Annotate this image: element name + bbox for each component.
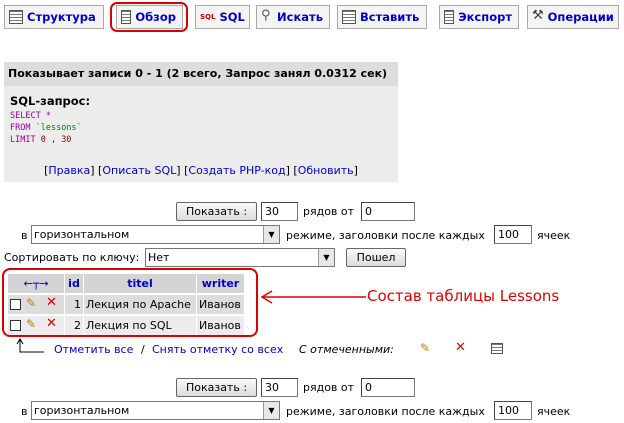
- tab-sql[interactable]: SQL SQL: [195, 5, 250, 29]
- sql-line-limit: LIMIT 0 , 30: [10, 135, 71, 145]
- show-button-top[interactable]: Показать :: [176, 202, 257, 221]
- tab-sql-label: SQL: [219, 10, 245, 24]
- mode-prefix-top: в: [21, 229, 28, 242]
- sql-icon: SQL: [200, 13, 216, 21]
- repeat-headers-input-bottom[interactable]: 100: [494, 401, 532, 420]
- start-row-input-bottom[interactable]: 0: [361, 378, 415, 397]
- tab-export-label: Экспорт: [458, 10, 512, 24]
- show-button-bottom[interactable]: Показать :: [176, 378, 257, 397]
- display-mode-value-top: горизонтальном: [34, 228, 130, 241]
- rows-count-input-top[interactable]: 30: [261, 202, 298, 221]
- query-info-box: Показывает записи 0 - 1 (2 всего, Запрос…: [4, 62, 398, 182]
- sql-select-keyword: SELECT *: [10, 111, 51, 121]
- rows-count-input-bottom[interactable]: 30: [261, 378, 298, 397]
- mode-label-top: режиме, заголовки после каждых: [286, 229, 485, 242]
- chevron-down-icon: ▼: [263, 226, 279, 243]
- uncheck-all-link[interactable]: Снять отметку со всех: [152, 343, 283, 356]
- sql-limit-value: 0 , 30: [40, 135, 72, 145]
- sql-table-name: `lessons`: [35, 123, 82, 133]
- delete-selected-x-icon[interactable]: ✕: [455, 340, 466, 355]
- with-selected-label: С отмеченными:: [299, 343, 394, 356]
- export-icon: [444, 10, 455, 24]
- insert-icon: [342, 10, 356, 24]
- start-row-input-top[interactable]: 0: [361, 202, 415, 221]
- sql-limit-keyword: LIMIT: [10, 135, 36, 145]
- refresh-link[interactable]: Обновить: [298, 164, 354, 177]
- browse-tab-highlight: [110, 2, 188, 32]
- explain-sql-link[interactable]: Описать SQL: [102, 164, 176, 177]
- operations-icon: ⚒: [532, 8, 544, 23]
- display-mode-select-bottom[interactable]: горизонтальном ▼: [31, 401, 280, 420]
- sql-line-select: SELECT *: [10, 111, 51, 121]
- cells-label-top: ячеек: [537, 229, 571, 242]
- arrow-up-left-icon: [16, 338, 44, 353]
- annotation-arrow: [260, 290, 366, 304]
- export-selected-icon[interactable]: [491, 343, 503, 354]
- chevron-down-icon: ▼: [318, 249, 334, 266]
- repeat-headers-input-top[interactable]: 100: [494, 225, 532, 244]
- table-structure-icon: [9, 10, 23, 24]
- sort-label: Сортировать по ключу:: [4, 251, 140, 264]
- sql-line-from: FROM `lessons`: [10, 123, 82, 133]
- rows-from-label-bottom: рядов от: [303, 381, 355, 394]
- tab-search-label: Искать: [277, 10, 323, 24]
- tab-insert[interactable]: Вставить: [337, 5, 427, 29]
- sort-key-select[interactable]: Нет ▼: [145, 248, 335, 267]
- go-button[interactable]: Пошел: [346, 248, 406, 267]
- search-icon: ⚲: [261, 8, 271, 23]
- edit-selected-pencil-icon[interactable]: ✎: [420, 341, 430, 355]
- mode-label-bottom: режиме, заголовки после каждых: [286, 405, 485, 418]
- create-php-code-link[interactable]: Создать PHP-код: [188, 164, 285, 177]
- annotation-label: Состав таблицы Lessons: [367, 287, 560, 305]
- sql-from-keyword: FROM: [10, 123, 31, 133]
- cells-label-bottom: ячеек: [537, 405, 571, 418]
- edit-link[interactable]: Правка: [48, 164, 90, 177]
- tab-operations[interactable]: ⚒ Операции: [527, 5, 619, 29]
- display-mode-value-bottom: горизонтальном: [34, 404, 130, 417]
- table-highlight: [2, 268, 258, 337]
- check-all-link[interactable]: Отметить все: [54, 343, 133, 356]
- tab-structure[interactable]: Структура: [4, 5, 104, 29]
- mass-actions-separator: /: [141, 343, 145, 356]
- display-mode-select-top[interactable]: горизонтальном ▼: [31, 225, 280, 244]
- tab-operations-label: Операции: [547, 10, 614, 24]
- tab-export[interactable]: Экспорт: [439, 5, 519, 29]
- query-info-header: Показывает записи 0 - 1 (2 всего, Запрос…: [4, 62, 398, 86]
- sort-key-value: Нет: [148, 251, 170, 264]
- sql-query-title: SQL-запрос:: [10, 94, 91, 108]
- chevron-down-icon: ▼: [263, 402, 279, 419]
- tab-insert-label: Вставить: [360, 10, 420, 24]
- tab-search[interactable]: ⚲ Искать: [256, 5, 330, 29]
- mode-prefix-bottom: в: [21, 405, 28, 418]
- tab-structure-label: Структура: [27, 10, 96, 24]
- rows-from-label-top: рядов от: [303, 205, 355, 218]
- query-actions: [Правка] [Описать SQL] [Создать PHP-код]…: [44, 164, 358, 177]
